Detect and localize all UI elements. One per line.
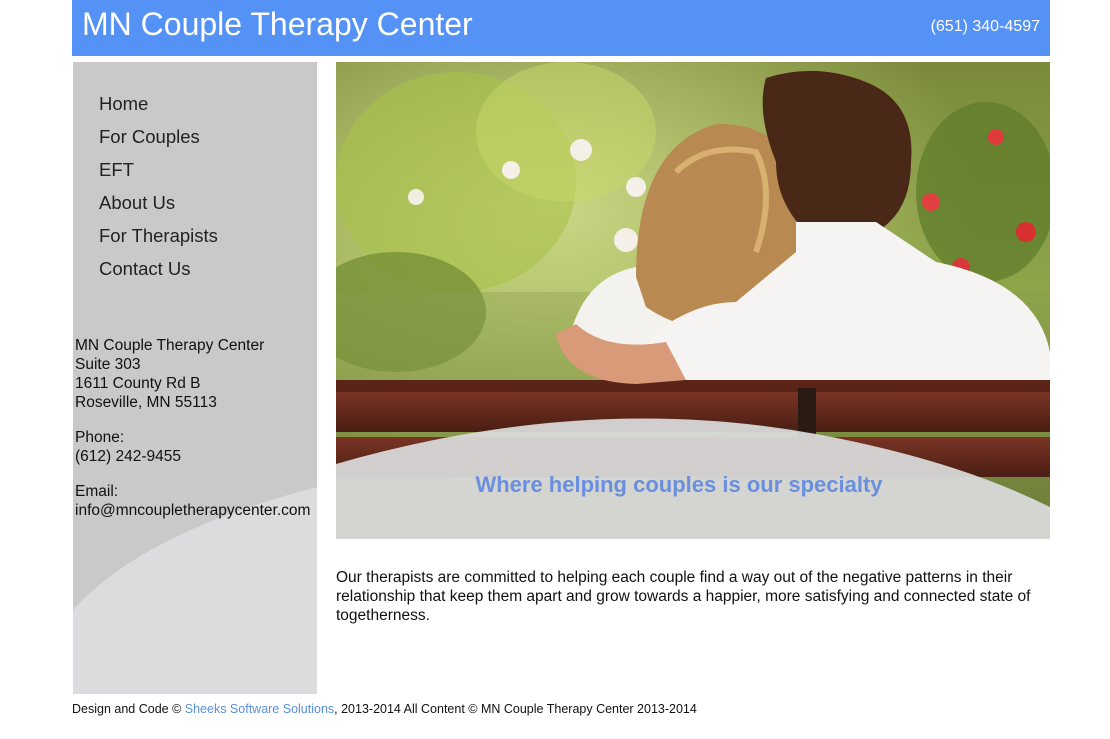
nav-item-eft[interactable]: EFT xyxy=(99,158,218,191)
nav-item-about-us[interactable]: About Us xyxy=(99,191,218,224)
footer-designer-link[interactable]: Sheeks Software Solutions xyxy=(185,702,334,716)
contact-phone: (612) 242-9455 xyxy=(75,448,181,465)
hero-banner: Where helping couples is our specialty xyxy=(336,62,1050,539)
contact-email: info@mncoupletherapycenter.com xyxy=(75,502,311,519)
site-header: MN Couple Therapy Center (651) 340-4597 xyxy=(72,0,1050,56)
nav-item-for-couples[interactable]: For Couples xyxy=(99,125,218,158)
sidebar: Home For Couples EFT About Us For Therap… xyxy=(73,62,317,694)
main-nav: Home For Couples EFT About Us For Therap… xyxy=(99,92,218,290)
hero-tagline: Where helping couples is our specialty xyxy=(475,472,883,497)
footer-prefix: Design and Code © xyxy=(72,702,185,716)
contact-email-label: Email: xyxy=(75,483,119,500)
contact-suite: Suite 303 xyxy=(75,356,141,373)
site-title[interactable]: MN Couple Therapy Center xyxy=(82,6,473,43)
hero-photo-couple-on-bench xyxy=(336,62,1050,539)
contact-phone-label: Phone: xyxy=(75,429,125,446)
footer-suffix: , 2013-2014 All Content © MN Couple Ther… xyxy=(334,702,697,716)
contact-info: MN Couple Therapy Center Suite 303 1611 … xyxy=(75,336,310,520)
contact-name: MN Couple Therapy Center xyxy=(75,337,265,354)
nav-item-contact-us[interactable]: Contact Us xyxy=(99,257,218,290)
contact-city: Roseville, MN 55113 xyxy=(75,394,217,411)
nav-item-home[interactable]: Home xyxy=(99,92,218,125)
intro-paragraph: Our therapists are committed to helping … xyxy=(336,569,1031,624)
header-phone: (651) 340-4597 xyxy=(930,18,1040,35)
footer: Design and Code © Sheeks Software Soluti… xyxy=(72,702,697,716)
contact-street: 1611 County Rd B xyxy=(75,375,201,392)
nav-item-for-therapists[interactable]: For Therapists xyxy=(99,224,218,257)
